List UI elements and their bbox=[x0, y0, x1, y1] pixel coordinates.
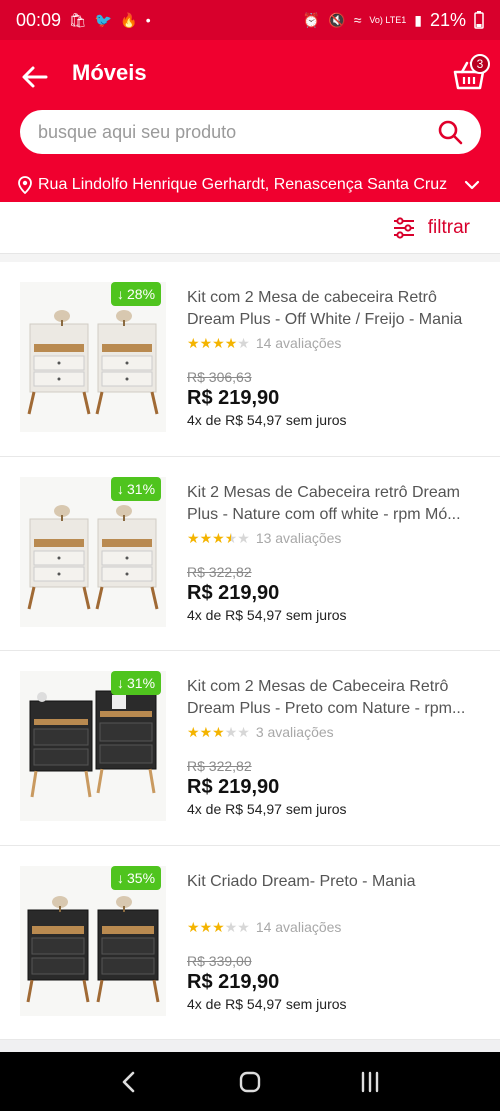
list-end-spacer bbox=[0, 1040, 500, 1052]
discount-badge: ↓ 31% bbox=[111, 671, 162, 695]
rating: ★ ★ ★ ★ ★ 3 avaliações bbox=[187, 722, 483, 742]
delivery-address-selector[interactable]: Rua Lindolfo Henrique Gerhardt, Renascen… bbox=[18, 174, 480, 196]
rating: ★ ★ ★ ★ ★ 14 avaliações bbox=[187, 333, 483, 353]
rating: ★ ★ ★ ★ ★ 14 avaliações bbox=[187, 917, 483, 937]
discount-value: 28% bbox=[127, 286, 156, 302]
down-arrow-icon: ↓ bbox=[117, 286, 124, 302]
search-bar[interactable] bbox=[20, 110, 481, 154]
app-header: Móveis 3 Rua Lindolfo Henrique Gerhardt,… bbox=[0, 40, 500, 202]
installments: 4x de R$ 54,97 sem juros bbox=[187, 606, 347, 623]
star-full-icon: ★ bbox=[212, 529, 225, 546]
old-price: R$ 322,82 bbox=[187, 563, 252, 580]
signal-icon: ▮ bbox=[414, 12, 422, 28]
product-card[interactable]: ↓ 35% Kit Criado Dream- Preto - Mania ★ … bbox=[0, 845, 500, 1040]
down-arrow-icon: ↓ bbox=[117, 869, 124, 886]
discount-badge: ↓ 28% bbox=[111, 282, 162, 306]
old-price: R$ 339,00 bbox=[187, 952, 252, 969]
filter-bar: filtrar bbox=[0, 202, 500, 254]
page-title: Móveis bbox=[72, 60, 147, 85]
product-card[interactable]: ↓ 28% Kit com 2 Mesa de cabeceira Retrô … bbox=[0, 262, 500, 457]
review-count: 13 avaliações bbox=[255, 529, 342, 546]
product-name[interactable]: Kit 2 Mesas de Cabeceira retrô Dream Plu… bbox=[187, 482, 483, 526]
star-full-icon: ★ bbox=[187, 724, 200, 740]
star-empty-icon: ★ bbox=[224, 918, 238, 935]
star-full-icon: ★ bbox=[212, 918, 225, 935]
nav-back-icon[interactable] bbox=[115, 1067, 145, 1097]
mute-icon: 🔇 bbox=[328, 12, 346, 28]
tinder-flame-icon: 🔥 bbox=[120, 12, 138, 28]
discount-value: 31% bbox=[127, 675, 156, 691]
star-empty-icon: ★ bbox=[237, 724, 250, 740]
product-name[interactable]: Kit com 2 Mesas de Cabeceira Retrô Dream… bbox=[187, 676, 483, 720]
star-full-icon: ★ bbox=[199, 529, 213, 546]
installments: 4x de R$ 54,97 sem juros bbox=[187, 412, 347, 428]
status-time: 00:09 bbox=[16, 9, 62, 30]
rating: ★ ★ ★ ★ ★ 13 avaliações bbox=[187, 528, 483, 548]
star-full-icon: ★ bbox=[187, 335, 200, 351]
star-full-icon: ★ bbox=[187, 529, 200, 546]
star-full-icon: ★ bbox=[199, 918, 213, 935]
discount-badge: ↓ 31% bbox=[111, 476, 162, 501]
back-arrow-icon[interactable] bbox=[20, 62, 50, 92]
star-full-icon: ★ bbox=[199, 724, 213, 740]
review-count: 14 avaliações bbox=[255, 918, 342, 935]
filter-button[interactable]: filtrar bbox=[428, 217, 470, 239]
alarm-icon: ⏰ bbox=[302, 12, 321, 28]
current-price: R$ 219,90 bbox=[187, 970, 280, 993]
old-price: R$ 322,82 bbox=[187, 758, 252, 774]
shopping-bag-icon: 🛍 bbox=[69, 12, 87, 28]
battery-level: 21% bbox=[429, 9, 466, 30]
installments: 4x de R$ 54,97 sem juros bbox=[187, 801, 347, 817]
nav-home-icon[interactable] bbox=[235, 1067, 265, 1097]
current-price: R$ 219,90 bbox=[187, 581, 280, 604]
star-full-icon: ★ bbox=[212, 335, 225, 351]
down-arrow-icon: ↓ bbox=[117, 675, 124, 691]
nav-recents-icon[interactable] bbox=[355, 1067, 385, 1097]
product-card[interactable]: ↓ 31% Kit com 2 Mesas de Cabeceira Retrô… bbox=[0, 651, 500, 846]
search-input[interactable] bbox=[38, 121, 437, 143]
product-name[interactable]: Kit com 2 Mesa de cabeceira Retrô Dream … bbox=[187, 287, 483, 331]
product-name[interactable]: Kit Criado Dream- Preto - Mania bbox=[187, 871, 483, 915]
star-empty-icon: ★ bbox=[237, 335, 250, 351]
star-empty-icon: ★ bbox=[237, 529, 250, 546]
old-price: R$ 306,63 bbox=[187, 369, 252, 385]
star-empty-icon: ★ bbox=[237, 918, 250, 935]
status-bar: 00:09 🛍 🐦 🔥 • ⏰ 🔇 ≈ Vo) LTE1 ▮ 21% bbox=[0, 0, 500, 40]
dot-icon: • bbox=[145, 12, 151, 28]
discount-badge: ↓ 35% bbox=[111, 865, 162, 890]
current-price: R$ 219,90 bbox=[187, 776, 280, 798]
delivery-address-text: Rua Lindolfo Henrique Gerhardt, Renascen… bbox=[38, 176, 448, 193]
location-pin-icon bbox=[18, 176, 32, 194]
star-full-icon: ★ bbox=[199, 335, 213, 351]
review-count: 3 avaliações bbox=[255, 724, 334, 740]
star-empty-icon: ★ bbox=[224, 724, 238, 740]
current-price: R$ 219,90 bbox=[187, 387, 280, 409]
product-list: ↓ 28% Kit com 2 Mesa de cabeceira Retrô … bbox=[0, 262, 500, 1040]
system-nav-bar bbox=[0, 1052, 500, 1111]
product-card[interactable]: ↓ 31% Kit 2 Mesas de Cabeceira retrô Dre… bbox=[0, 456, 500, 651]
battery-icon bbox=[474, 11, 484, 29]
star-full-icon: ★ bbox=[224, 335, 238, 351]
cart-count-badge: 3 bbox=[470, 54, 490, 74]
star-full-icon: ★ bbox=[212, 724, 225, 740]
discount-value: 35% bbox=[127, 869, 156, 886]
star-half-icon: ★ bbox=[224, 529, 238, 546]
network-label: Vo) LTE1 bbox=[369, 14, 407, 25]
twitter-icon: 🐦 bbox=[94, 12, 113, 28]
filter-sliders-icon[interactable] bbox=[392, 216, 416, 239]
review-count: 14 avaliações bbox=[255, 335, 342, 351]
discount-value: 31% bbox=[127, 480, 156, 497]
down-arrow-icon: ↓ bbox=[117, 480, 124, 497]
chevron-down-icon[interactable] bbox=[464, 180, 480, 190]
star-full-icon: ★ bbox=[187, 918, 200, 935]
installments: 4x de R$ 54,97 sem juros bbox=[187, 995, 347, 1012]
list-separator bbox=[0, 254, 500, 262]
search-icon[interactable] bbox=[437, 119, 463, 145]
wifi-icon: ≈ bbox=[353, 12, 362, 28]
